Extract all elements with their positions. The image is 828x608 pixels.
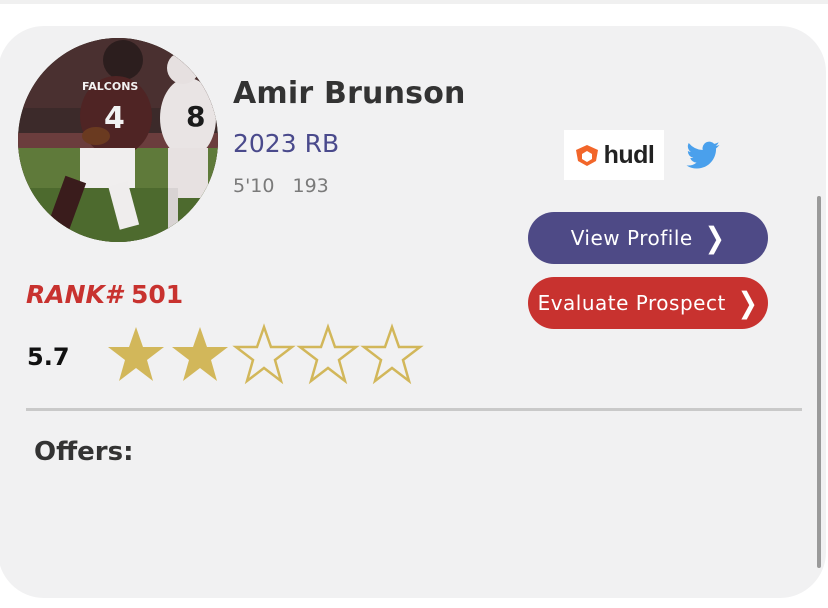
evaluate-prospect-label: Evaluate Prospect <box>537 291 726 315</box>
player-height: 5'10 <box>233 175 275 197</box>
twitter-link-button[interactable] <box>683 138 723 174</box>
scrollbar[interactable] <box>817 196 821 568</box>
hudl-label: hudl <box>603 140 655 169</box>
section-divider <box>26 408 802 411</box>
rank-label: RANK# <box>26 280 123 309</box>
evaluate-prospect-button[interactable]: Evaluate Prospect ❯ <box>528 277 768 329</box>
class-position: 2023 RB <box>233 129 340 158</box>
offers-heading: Offers: <box>34 437 134 467</box>
player-measurements: 5'10 193 <box>233 175 329 197</box>
view-profile-label: View Profile <box>570 226 693 250</box>
hudl-logo-icon <box>575 145 598 166</box>
star-empty-icon <box>296 323 360 385</box>
star-filled-icon <box>108 327 164 381</box>
rating-score: 5.7 <box>27 343 70 371</box>
svg-text:8: 8 <box>186 100 205 133</box>
top-divider-strip <box>0 0 828 4</box>
player-name: Amir Brunson <box>233 76 466 111</box>
twitter-bird-icon <box>686 141 720 169</box>
player-photo: 8 4 FALCONS <box>18 38 218 242</box>
star-rating <box>104 322 424 386</box>
chevron-right-icon: ❯ <box>737 286 759 320</box>
player-weight: 193 <box>292 175 329 197</box>
star-empty-icon <box>232 323 296 385</box>
rank-display: RANK# 501 <box>26 280 183 309</box>
rank-value: 501 <box>131 280 184 309</box>
view-profile-button[interactable]: View Profile ❯ <box>528 212 768 264</box>
hudl-link-button[interactable]: hudl <box>564 130 664 180</box>
svg-text:FALCONS: FALCONS <box>82 80 138 93</box>
star-empty-icon <box>360 323 424 385</box>
star-filled-icon <box>172 327 228 381</box>
chevron-right-icon: ❯ <box>704 221 726 255</box>
